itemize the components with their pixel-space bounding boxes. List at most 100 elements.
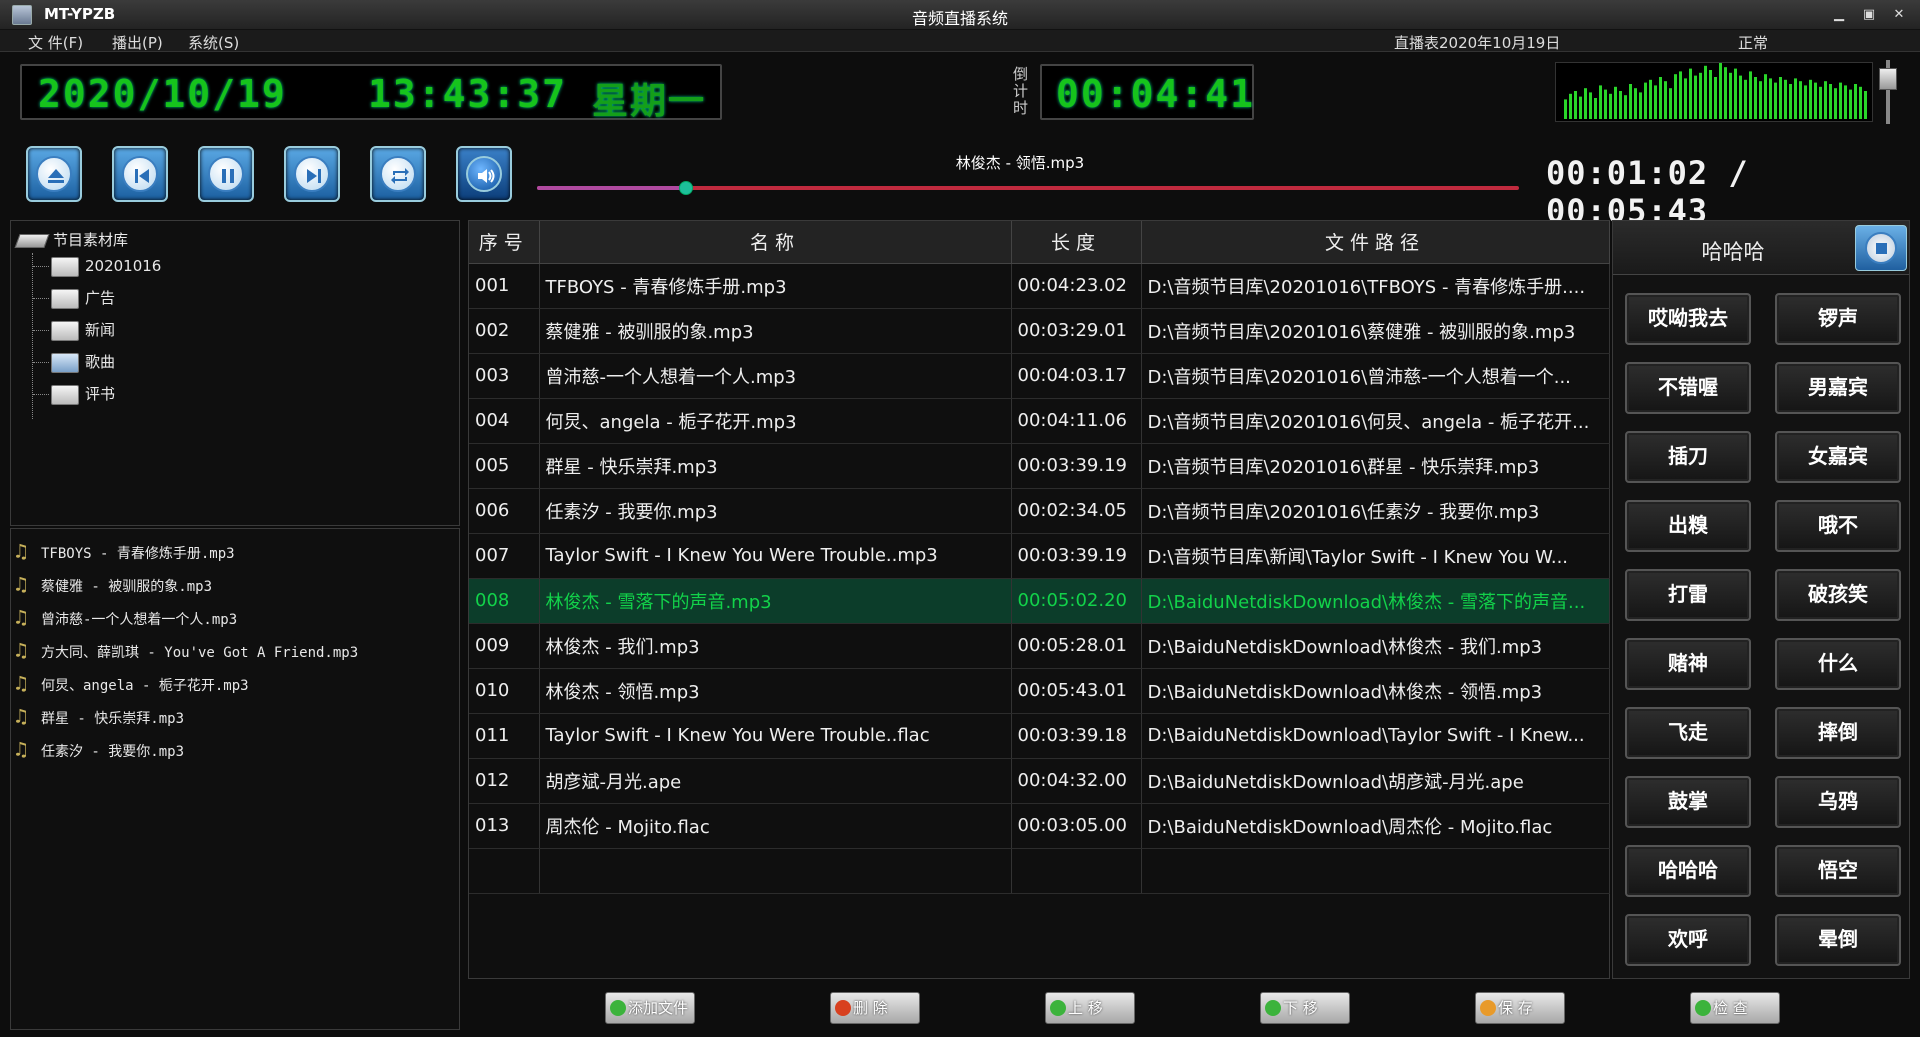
cell-path: D:\BaiduNetdiskDownload\林俊杰 - 我们.mp3 [1141, 623, 1610, 669]
spectrum-bar [1679, 71, 1682, 119]
effect-button[interactable]: 打雷 [1625, 569, 1751, 621]
effect-button[interactable]: 插刀 [1625, 431, 1751, 483]
menu-playout[interactable]: 播出(P) [112, 32, 163, 53]
save-button[interactable]: 保 存 [1475, 992, 1565, 1024]
library-root[interactable]: 节目素材库 [14, 229, 128, 250]
effect-button[interactable]: 女嘉宾 [1775, 431, 1901, 483]
table-row[interactable]: 010 林俊杰 - 领悟.mp3 00:05:43.01 D:\BaiduNetdis… [469, 668, 1610, 714]
effect-button[interactable]: 不错喔 [1625, 362, 1751, 414]
effect-button[interactable]: 晕倒 [1775, 914, 1901, 966]
effect-button[interactable]: 欢呼 [1625, 914, 1751, 966]
effect-button[interactable]: 乌鸦 [1775, 776, 1901, 828]
spectrum-bar [1744, 79, 1747, 119]
folder-icon [51, 320, 79, 341]
table-row[interactable]: 009 林俊杰 - 我们.mp3 00:05:28.01 D:\BaiduNetdis… [469, 623, 1610, 669]
effect-button[interactable]: 锣声 [1775, 293, 1901, 345]
table-row[interactable]: 012 胡彦斌-月光.ape 00:04:32.00 D:\BaiduNetdiskD… [469, 758, 1610, 804]
spectrum-bar [1769, 78, 1772, 119]
down-arrow-button[interactable]: 下 移 [1260, 992, 1350, 1024]
add-button[interactable]: 添加文件 [605, 992, 695, 1024]
progress-thumb[interactable] [679, 181, 694, 195]
file-item[interactable]: ♫ 群星 - 快乐崇拜.mp3 [15, 700, 184, 733]
button-label: 下 移 [1283, 999, 1318, 1017]
menu-file[interactable]: 文 件(F) [28, 32, 83, 53]
effect-button[interactable]: 什么 [1775, 638, 1901, 690]
file-item[interactable]: ♫ 何炅、angela - 栀子花开.mp3 [15, 667, 249, 700]
spectrum-bar [1669, 88, 1672, 119]
file-item[interactable]: ♫ TFBOYS - 青春修炼手册.mp3 [15, 535, 235, 568]
status-text: 正常 [1738, 34, 1769, 52]
table-row[interactable]: 008 林俊杰 - 雪落下的声音.mp3 00:05:02.20 D:\BaiduNe… [469, 578, 1610, 624]
column-header-index[interactable]: 序号 [469, 221, 540, 264]
effect-button[interactable]: 摔倒 [1775, 707, 1901, 759]
folder-songs[interactable]: 歌曲 [33, 349, 115, 375]
file-item[interactable]: ♫ 方大同、薛凯琪 - You've Got A Friend.mp3 [15, 634, 358, 667]
clock-weekday: 星期一 [592, 81, 707, 122]
effect-button[interactable]: 出糗 [1625, 500, 1751, 552]
volume-button[interactable] [456, 146, 512, 202]
cell-length: 00:05:28.01 [1011, 623, 1142, 669]
file-item[interactable]: ♫ 任素汐 - 我要你.mp3 [15, 733, 184, 766]
spectrum-analyzer [1555, 62, 1873, 122]
cell-index: 010 [469, 668, 540, 714]
effect-button[interactable]: 哦不 [1775, 500, 1901, 552]
file-item[interactable]: ♫ 曾沛慈-一个人想着一个人.mp3 [15, 601, 237, 634]
table-row[interactable]: 005 群星 - 快乐崇拜.mp3 00:03:39.19 D:\音频节目库\2020… [469, 443, 1610, 489]
table-row[interactable]: 013 周杰伦 - Mojito.flac 00:03:05.00 D:\BaiduN… [469, 803, 1610, 849]
spectrum-bar [1694, 75, 1697, 119]
effect-button[interactable]: 悟空 [1775, 845, 1901, 897]
cell-length: 00:03:39.19 [1011, 443, 1142, 489]
repeat-button[interactable] [370, 146, 426, 202]
check-button[interactable]: 检 查 [1690, 992, 1780, 1024]
spectrum-bar [1834, 88, 1837, 119]
table-row[interactable]: 004 何炅、angela - 栀子花开.mp3 00:04:11.06 D:\音频节… [469, 398, 1610, 444]
stop-icon [1876, 243, 1887, 254]
effect-button[interactable]: 哈哈哈 [1625, 845, 1751, 897]
effect-button[interactable]: 飞走 [1625, 707, 1751, 759]
eject-button[interactable] [26, 146, 82, 202]
table-row[interactable]: 011 Taylor Swift - I Knew You Were Troubl… [469, 713, 1610, 759]
table-row[interactable]: 002 蔡健雅 - 被驯服的象.mp3 00:03:29.01 D:\音频节目库\20… [469, 308, 1610, 354]
restore-button[interactable]: ▣ [1858, 5, 1880, 25]
minimize-button[interactable]: ▁ [1828, 5, 1850, 25]
menu-system[interactable]: 系统(S) [188, 32, 239, 53]
table-row[interactable]: 007 Taylor Swift - I Knew You Were Troubl… [469, 533, 1610, 579]
table-row[interactable]: 001 TFBOYS - 青春修炼手册.mp3 00:04:23.02 D:\音频节目… [469, 263, 1610, 309]
file-item[interactable]: ♫ 蔡健雅 - 被驯服的象.mp3 [15, 568, 212, 601]
music-note-icon: ♫ [15, 671, 28, 695]
effect-button[interactable]: 赌神 [1625, 638, 1751, 690]
effect-button[interactable]: 男嘉宾 [1775, 362, 1901, 414]
cell-index: 008 [469, 578, 540, 624]
hard-drive-icon [14, 233, 50, 248]
playback-progress-bar[interactable] [537, 181, 1519, 195]
next-button[interactable] [284, 146, 340, 202]
folder-label: 广告 [85, 289, 116, 307]
effects-stop-button[interactable] [1855, 225, 1907, 271]
up-arrow-button[interactable]: 上 移 [1045, 992, 1135, 1024]
empty-cell [1141, 848, 1610, 894]
folder-storytelling[interactable]: 评书 [33, 381, 115, 407]
previous-button[interactable] [112, 146, 168, 202]
folder-ads[interactable]: 广告 [33, 285, 115, 311]
delete-button[interactable]: 删 除 [830, 992, 920, 1024]
clock-date: 2020/10/19 [38, 72, 287, 116]
table-row[interactable]: 003 曾沛慈-一个人想着一个人.mp3 00:04:03.17 D:\音频节目库\2… [469, 353, 1610, 399]
effect-button[interactable]: 哎呦我去 [1625, 293, 1751, 345]
column-header-name[interactable]: 名称 [539, 221, 1012, 264]
folder-20201016[interactable]: 20201016 [33, 253, 161, 279]
folder-news[interactable]: 新闻 [33, 317, 115, 343]
spectrum-bar [1829, 84, 1832, 119]
spectrum-bar [1779, 77, 1782, 119]
table-row[interactable]: 006 任素汐 - 我要你.mp3 00:02:34.05 D:\音频节目库\2020… [469, 488, 1610, 534]
effect-button[interactable]: 鼓掌 [1625, 776, 1751, 828]
pause-button[interactable] [198, 146, 254, 202]
column-header-path[interactable]: 文件路径 [1141, 221, 1610, 264]
master-volume-slider[interactable] [1878, 60, 1898, 124]
countdown-label: 倒计时 [1013, 65, 1029, 117]
spectrum-bar [1664, 81, 1667, 119]
close-button[interactable]: ✕ [1888, 5, 1910, 25]
volume-knob[interactable] [1879, 68, 1897, 90]
button-label: 检 查 [1713, 999, 1748, 1017]
column-header-length[interactable]: 长度 [1011, 221, 1142, 264]
effect-button[interactable]: 破孩笑 [1775, 569, 1901, 621]
